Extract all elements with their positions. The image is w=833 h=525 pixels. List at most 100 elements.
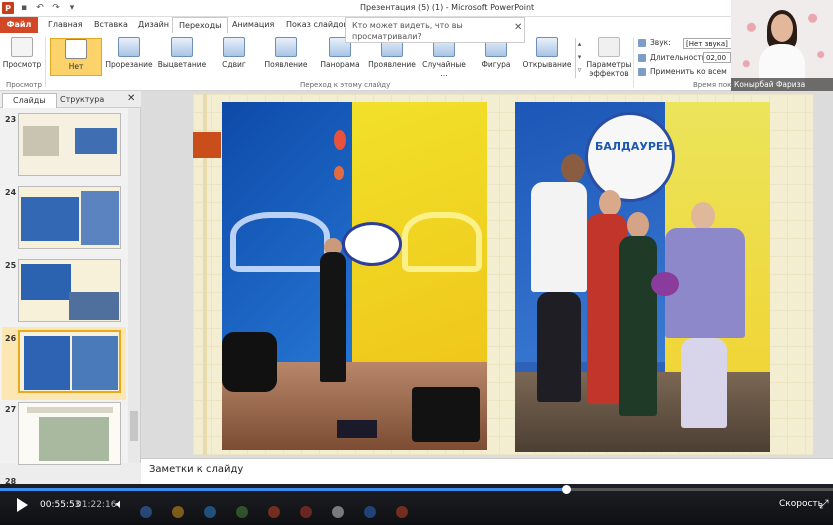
tellme-popup[interactable]: Кто может видеть, что вы просматривали? <box>345 17 525 43</box>
tab-insert[interactable]: Вставка <box>88 17 134 33</box>
transition-none-button[interactable]: Нет <box>50 38 102 76</box>
preview-icon <box>11 37 33 57</box>
thumb-image <box>72 336 118 390</box>
duration-input[interactable]: 02,00 <box>703 52 731 63</box>
preview-button[interactable]: Просмотр <box>2 37 42 77</box>
close-icon[interactable]: ✕ <box>514 22 522 33</box>
playback-speed-button[interactable]: Скорость <box>779 499 823 509</box>
title-bar: P ▪ ↶ ↷ ▾ Презентация (5) (1) - Microsof… <box>0 0 833 17</box>
photo-person-4-legs <box>681 338 727 428</box>
transition-none-label: Нет <box>68 62 84 71</box>
transition-shape-button[interactable]: Фигура <box>476 37 516 77</box>
photo-person-head <box>561 154 585 182</box>
photo-seated-performers <box>222 332 277 392</box>
thumb-image <box>21 264 71 300</box>
pane-scrollbar[interactable] <box>128 108 140 463</box>
photo-person-head <box>627 212 649 238</box>
sound-label: Звук: <box>650 38 671 47</box>
taskbar-icon[interactable] <box>172 506 184 518</box>
quick-access-toolbar: P ▪ ↶ ↷ ▾ <box>2 2 78 14</box>
thumb-image <box>69 292 119 320</box>
slide-photo-performance[interactable] <box>222 102 487 450</box>
slide-thumbnail[interactable] <box>18 402 121 465</box>
apply-all-button[interactable]: Применить ко всем <box>638 67 727 76</box>
transition-appear-button[interactable]: Появление <box>262 37 310 77</box>
save-icon[interactable]: ▪ <box>18 2 30 14</box>
transition-fade-button[interactable]: Выцветание <box>156 37 208 77</box>
thumb-image <box>24 336 70 390</box>
slide-photo-group[interactable]: БАЛДАУРЕН <box>515 102 770 452</box>
slide-thumbnail[interactable] <box>18 186 121 249</box>
taskbar-icon[interactable] <box>204 506 216 518</box>
photo-fire-flame <box>334 166 344 180</box>
slide-thumbnail[interactable] <box>18 113 121 176</box>
play-icon[interactable] <box>17 498 28 512</box>
transition-random-bars-button[interactable]: Случайные ... <box>418 37 470 78</box>
tab-design[interactable]: Дизайн <box>132 17 175 33</box>
transition-cut-icon <box>118 37 140 57</box>
taskbar-icon[interactable] <box>140 506 152 518</box>
thumb-image <box>39 417 109 461</box>
tab-outline[interactable]: Структура <box>50 93 114 108</box>
close-icon[interactable]: ✕ <box>127 93 135 104</box>
effect-options-label: Параметры эффектов <box>586 60 632 78</box>
ribbon-separator <box>45 37 46 87</box>
pane-scrollbar-thumb[interactable] <box>130 411 138 441</box>
slide-thumbnail-selected[interactable] <box>18 330 121 393</box>
notes-pane[interactable]: Заметки к слайду <box>141 458 833 484</box>
transition-appear-label: Появление <box>264 60 308 69</box>
tab-transitions[interactable]: Переходы <box>172 17 229 33</box>
gallery-scroll[interactable]: ▴ ▾ ▿ <box>575 38 583 78</box>
taskbar-icon[interactable] <box>236 506 248 518</box>
slide-number: 26 <box>5 334 17 343</box>
photo-fire-flame <box>334 130 346 150</box>
photo-person-1-legs <box>537 292 581 402</box>
taskbar-icon[interactable] <box>300 506 312 518</box>
transition-reveal-label: Проявление <box>368 60 416 69</box>
thumb-image <box>21 197 79 241</box>
sound-icon <box>638 38 646 47</box>
effect-options-button[interactable]: Параметры эффектов <box>586 37 632 78</box>
slide-thumbnail[interactable] <box>18 259 121 322</box>
thumb-image <box>23 126 59 156</box>
fullscreen-icon[interactable]: ⤢ <box>819 497 829 512</box>
tab-animations[interactable]: Анимация <box>226 17 280 33</box>
seek-bar-handle[interactable] <box>561 485 571 494</box>
duration-icon <box>638 53 646 62</box>
taskbar-icon[interactable] <box>268 506 280 518</box>
taskbar-icon[interactable] <box>332 506 344 518</box>
transition-uncover-icon <box>536 37 558 57</box>
thumb-image <box>81 191 119 245</box>
tab-file[interactable]: Файл <box>0 17 38 33</box>
notes-placeholder: Заметки к слайду <box>149 464 244 475</box>
transition-push-label: Сдвиг <box>222 60 246 69</box>
webcam-overlay: Конырбай Фариза <box>731 0 833 91</box>
transition-fade-icon <box>171 37 193 57</box>
transition-appear-icon <box>275 37 297 57</box>
customize-qat-icon[interactable]: ▾ <box>66 2 78 14</box>
transition-reveal-button[interactable]: Проявление <box>368 37 416 77</box>
photo-logo-emblem <box>585 112 675 202</box>
transition-cut-button[interactable]: Прорезание <box>104 37 154 77</box>
slide-number: 25 <box>5 261 17 270</box>
transition-shape-label: Фигура <box>481 60 511 69</box>
volume-icon[interactable]: 🔈︎ <box>116 497 124 512</box>
thumb-title-line <box>27 407 113 413</box>
tab-slides[interactable]: Слайды <box>2 93 57 108</box>
duration-row: Длительность: <box>638 53 709 62</box>
taskbar-icon[interactable] <box>396 506 408 518</box>
webcam-participant-name: Конырбай Фариза <box>731 78 833 91</box>
tab-home[interactable]: Главная <box>42 17 89 33</box>
photo-person-head <box>599 190 621 216</box>
undo-icon[interactable]: ↶ <box>34 2 46 14</box>
transition-uncover-button[interactable]: Открывание <box>522 37 572 77</box>
taskbar-icon[interactable] <box>364 506 376 518</box>
transition-push-button[interactable]: Сдвиг <box>212 37 256 77</box>
total-time: 01:22:16 <box>76 500 117 510</box>
seek-bar-progress <box>0 488 566 491</box>
redo-icon[interactable]: ↷ <box>50 2 62 14</box>
transition-pan-button[interactable]: Панорама <box>316 37 364 77</box>
tab-slideshow[interactable]: Показ слайдов <box>280 17 354 33</box>
webcam-person-face <box>771 14 793 42</box>
transition-uncover-label: Открывание <box>522 60 572 69</box>
